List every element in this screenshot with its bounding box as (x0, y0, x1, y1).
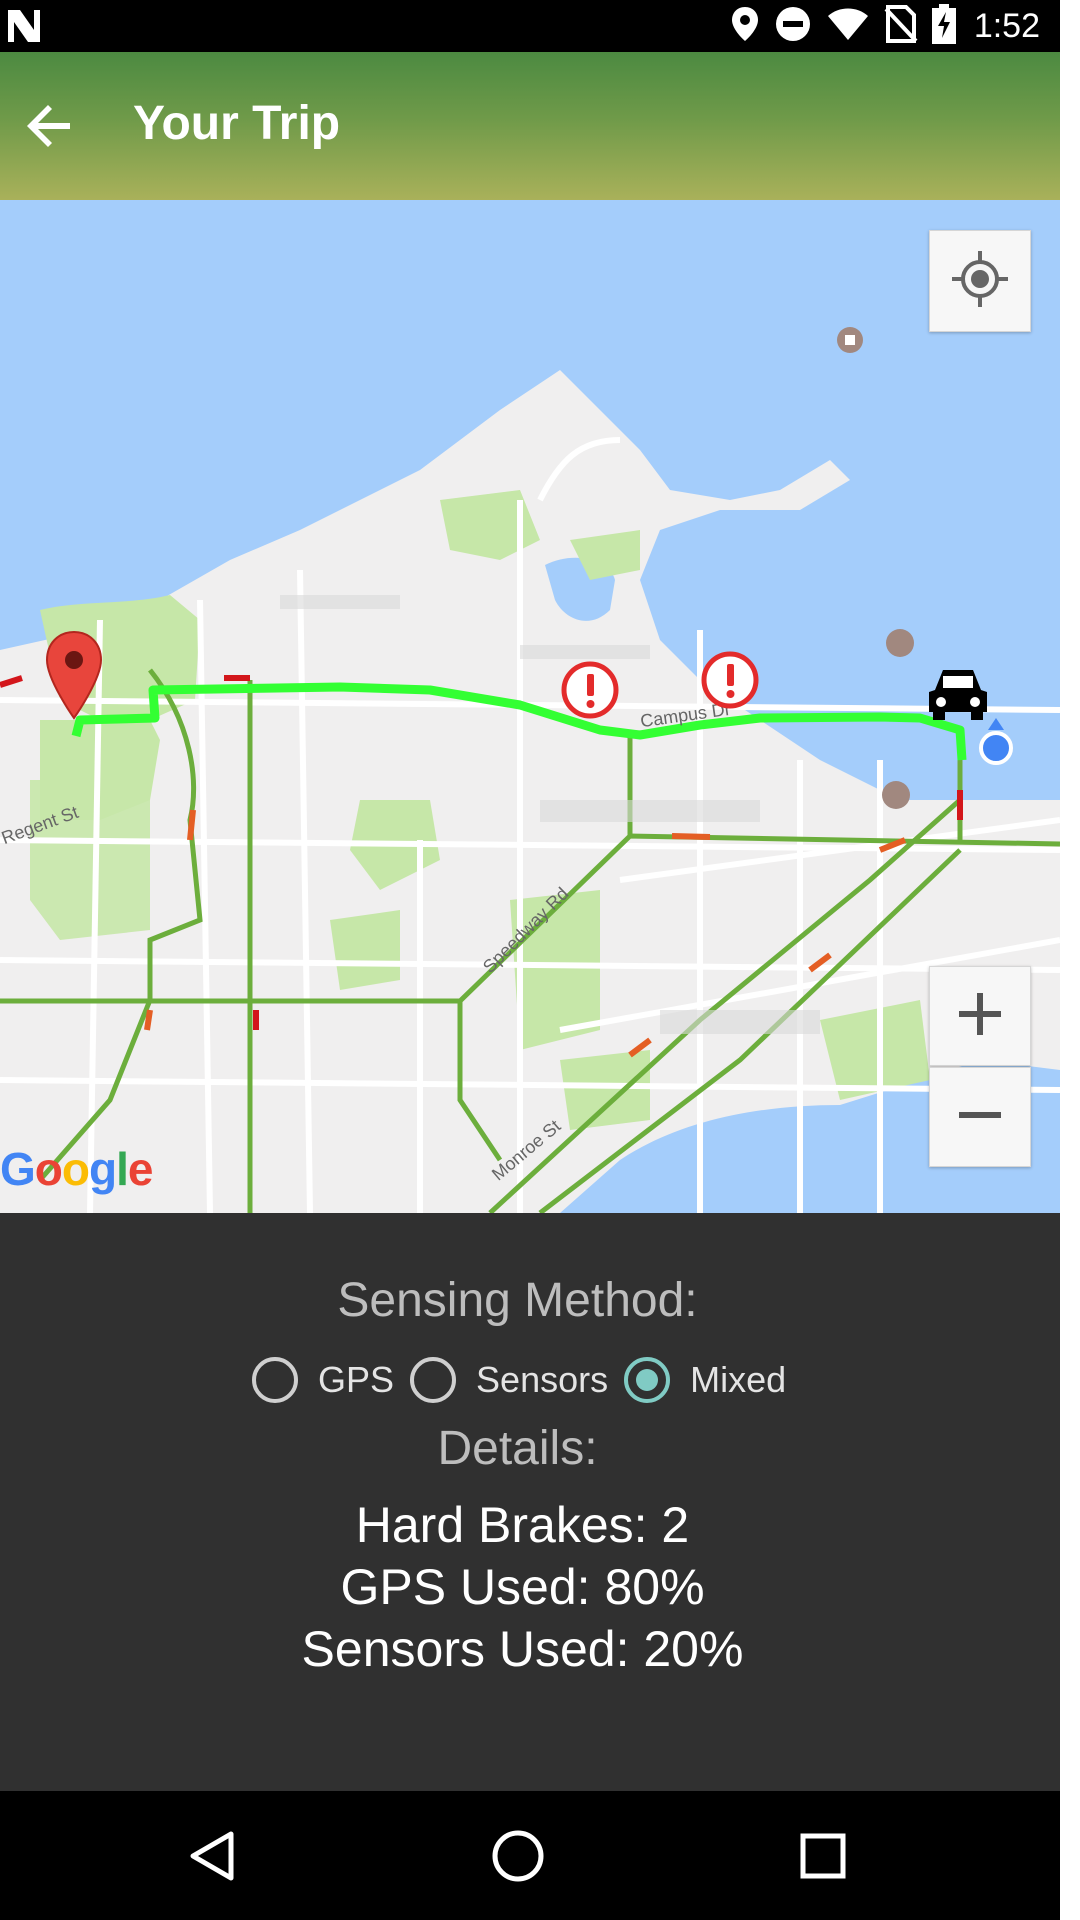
page-title: Your Trip (133, 97, 341, 150)
sensors-used-stat: Sensors Used: 20% (301, 1621, 744, 1677)
my-location-button[interactable] (929, 230, 1031, 332)
location-icon (730, 5, 760, 48)
screen: 1:52 Your Trip Speedway Rd Campus Dr Mon… (0, 0, 1060, 1920)
google-logo: Google (0, 1143, 153, 1195)
no-sim-icon (884, 4, 918, 48)
radio-sensors-label[interactable]: Sensors (476, 1359, 608, 1401)
battery-charging-icon (931, 3, 956, 49)
radio-mixed[interactable]: Mixed (624, 1357, 786, 1403)
radio-button-unchecked[interactable] (410, 1357, 457, 1403)
wifi-icon (826, 6, 870, 47)
radio-button-checked[interactable] (624, 1357, 671, 1403)
radio-mixed-label[interactable]: Mixed (690, 1359, 786, 1401)
sensing-method-radio-group: GPS Sensors Mixed (252, 1353, 802, 1407)
gps-used-stat: GPS Used: 80% (340, 1559, 705, 1615)
radio-sensors[interactable]: Sensors (410, 1357, 608, 1403)
zoom-out-button[interactable] (929, 1067, 1031, 1167)
app-bar: Your Trip (0, 52, 1060, 200)
blue-dot-icon (978, 718, 1014, 773)
hard-brakes-stat: Hard Brakes: 2 (355, 1497, 690, 1553)
navigation-bar (0, 1791, 1060, 1920)
red-pin-icon[interactable] (44, 630, 104, 725)
trip-map[interactable]: Speedway Rd Campus Dr Monroe St Regent S… (0, 200, 1060, 1213)
map-canvas (0, 200, 1060, 1213)
plus-icon (955, 989, 1005, 1044)
trip-details-panel: Sensing Method: GPS Sensors Mixed Detail… (0, 1213, 1060, 1791)
clock-time: 1:52 (973, 6, 1040, 45)
details-title: Details: (437, 1422, 598, 1475)
my-location-icon (950, 249, 1010, 314)
do-not-disturb-icon (774, 5, 812, 48)
radio-button-unchecked[interactable] (252, 1357, 298, 1403)
alert-icon[interactable] (700, 650, 760, 715)
minus-icon (955, 1090, 1005, 1145)
alert-icon[interactable] (560, 660, 620, 725)
nav-recents-icon[interactable] (788, 1821, 858, 1891)
zoom-in-button[interactable] (929, 966, 1031, 1066)
n-logo-icon (4, 6, 44, 46)
arrow-back-icon[interactable] (24, 100, 76, 152)
status-bar: 1:52 (0, 0, 1060, 52)
sensing-method-title: Sensing Method: (337, 1274, 698, 1327)
nav-home-icon[interactable] (483, 1821, 553, 1891)
radio-gps[interactable]: GPS (252, 1357, 394, 1403)
radio-gps-label[interactable]: GPS (318, 1359, 394, 1401)
nav-back-icon[interactable] (178, 1821, 248, 1891)
